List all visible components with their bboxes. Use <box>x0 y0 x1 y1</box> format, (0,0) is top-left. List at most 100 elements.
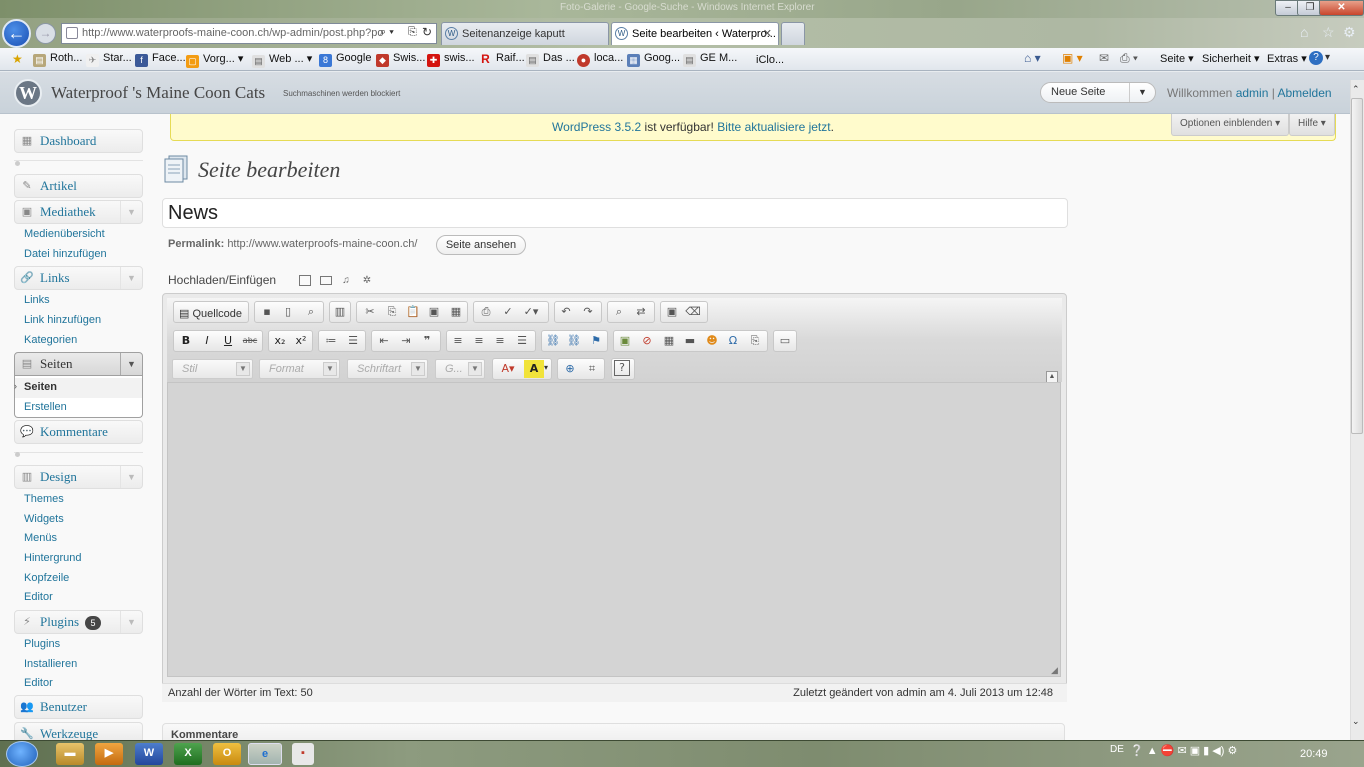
chevron-down-icon[interactable]: ▼ <box>120 466 142 488</box>
smiley-icon[interactable]: ☻ <box>703 332 721 350</box>
about-help-icon[interactable]: ? <box>614 360 630 376</box>
justify-icon[interactable]: ☰ <box>513 332 531 350</box>
underline-button[interactable]: U <box>219 332 237 350</box>
paste-text-icon[interactable]: ▣ <box>425 303 443 321</box>
excel-icon[interactable]: X <box>174 743 202 765</box>
submenu-add-link[interactable]: Link hinzufügen <box>24 314 101 326</box>
app-icon[interactable]: ▪ <box>292 743 314 765</box>
flash-icon[interactable]: ⊘ <box>638 332 656 350</box>
submenu-add-file[interactable]: Datei hinzufügen <box>24 248 107 260</box>
spellcheck-as-you-type-icon[interactable]: ✓▾ <box>522 303 540 321</box>
submenu-themes[interactable]: Themes <box>24 493 64 505</box>
view-page-button[interactable]: Seite ansehen <box>436 235 526 255</box>
scroll-down-icon[interactable]: ⌄ <box>1352 716 1360 727</box>
favorite-item[interactable]: 8 Google <box>319 52 371 67</box>
anchor-icon[interactable]: ⚑ <box>587 332 605 350</box>
chevron-down-icon[interactable]: ▼ <box>1129 83 1155 102</box>
save-icon[interactable]: ▪ <box>258 303 276 321</box>
version-link[interactable]: WordPress 3.5.2 <box>552 120 641 134</box>
strikethrough-button[interactable]: abc <box>241 332 259 350</box>
fullscreen-icon[interactable]: ⊕ <box>561 360 579 378</box>
word-icon[interactable]: W <box>135 743 163 765</box>
forward-button[interactable]: → <box>35 23 56 44</box>
tools-menu[interactable]: Extras ▾ <box>1267 52 1307 65</box>
chevron-down-icon[interactable]: ▼ <box>120 267 142 289</box>
home-icon[interactable]: ⌂ <box>1300 24 1308 40</box>
site-name[interactable]: Waterproof 's Maine Coon Cats <box>51 83 265 103</box>
add-video-icon[interactable] <box>320 276 332 285</box>
system-clock[interactable]: 20:49 <box>1300 748 1328 760</box>
horizontal-rule-icon[interactable]: ▬ <box>681 332 699 350</box>
user-link[interactable]: admin <box>1236 86 1269 100</box>
start-button[interactable] <box>6 741 38 767</box>
chevron-down-icon[interactable]: ▼ <box>120 611 142 633</box>
close-window-button[interactable]: ✕ <box>1319 0 1364 16</box>
size-select[interactable]: G... ▼ <box>435 359 485 379</box>
cut-icon[interactable]: ✂ <box>361 303 379 321</box>
format-select[interactable]: Format ▼ <box>259 359 340 379</box>
submenu-menus[interactable]: Menüs <box>24 532 57 544</box>
special-char-icon[interactable]: Ω <box>724 332 742 350</box>
superscript-button[interactable]: x² <box>292 332 310 350</box>
screen-options-button[interactable]: Optionen einblenden ▾ <box>1171 114 1290 136</box>
align-center-icon[interactable]: ≡ <box>470 332 488 350</box>
remove-format-icon[interactable]: ⌫ <box>684 303 702 321</box>
outlook-icon[interactable]: O <box>213 743 241 765</box>
safety-menu[interactable]: Sicherheit ▾ <box>1202 52 1260 65</box>
permalink-url[interactable]: http://www.waterproofs-maine-coon.ch/ <box>227 238 417 250</box>
submenu-links[interactable]: Links <box>24 294 50 306</box>
align-right-icon[interactable]: ≡ <box>491 332 509 350</box>
style-select[interactable]: Stil ▼ <box>172 359 253 379</box>
refresh-icon[interactable]: ↻ <box>422 25 432 39</box>
source-code-button[interactable]: ▤ Quellcode <box>179 307 242 320</box>
submenu-design-editor[interactable]: Editor <box>24 591 53 603</box>
menu-design[interactable]: ▥ Design ▼ <box>14 465 143 489</box>
bold-button[interactable]: B <box>177 332 195 350</box>
menu-dashboard[interactable]: ▦ Dashboard <box>14 129 143 153</box>
feeds-icon[interactable]: ▣ ▾ <box>1062 51 1083 65</box>
submenu-install[interactable]: Installieren <box>24 658 77 670</box>
chevron-down-icon[interactable]: ▼ <box>120 201 142 223</box>
home-cmd-icon[interactable]: ⌂ ▾ <box>1024 51 1041 65</box>
tray-icons[interactable]: ❔ ▲ ⛔ ✉ ▣ ▮ ◀) ⚙ <box>1130 744 1237 757</box>
background-color-icon[interactable]: A <box>524 360 544 378</box>
add-image-icon[interactable] <box>299 275 311 286</box>
favorite-item[interactable]: ▤ Roth... <box>33 52 82 67</box>
favorite-item[interactable]: ▢ Vorg... ▾ <box>186 52 243 68</box>
iframe-icon[interactable]: ▭ <box>776 332 794 350</box>
tools-gear-icon[interactable]: ⚙ <box>1343 24 1356 41</box>
favorite-item[interactable]: ▤ Web ... ▾ <box>252 52 312 68</box>
copy-icon[interactable]: ⎘ <box>383 303 401 321</box>
menu-users[interactable]: 👥 Benutzer <box>14 695 143 719</box>
show-blocks-icon[interactable]: ⌗ <box>583 360 601 378</box>
menu-pages[interactable]: ▤ Seiten ▼ <box>14 352 143 376</box>
numbered-list-icon[interactable]: ≔ <box>322 332 340 350</box>
help-tab-button[interactable]: Hilfe ▾ <box>1289 114 1335 136</box>
submenu-header[interactable]: Kopfzeile <box>24 572 69 584</box>
favorite-item[interactable]: ● loca... <box>577 52 623 67</box>
indent-icon[interactable]: ⇥ <box>397 332 415 350</box>
favorite-item[interactable]: R Raif... <box>479 52 525 66</box>
submenu-widgets[interactable]: Widgets <box>24 513 64 525</box>
outdent-icon[interactable]: ⇤ <box>375 332 393 350</box>
new-document-icon[interactable]: ▯ <box>279 303 297 321</box>
image-icon[interactable]: ▣ <box>616 332 634 350</box>
back-button[interactable]: ← <box>2 19 31 48</box>
favorite-item[interactable]: iClo... <box>739 52 784 66</box>
bullet-list-icon[interactable]: ☰ <box>344 332 362 350</box>
post-title-input[interactable]: News <box>162 198 1068 228</box>
menu-media[interactable]: ▣ Mediathek ▼ <box>14 200 143 224</box>
page-break-icon[interactable]: ⎘ <box>746 332 764 350</box>
scrollbar-thumb[interactable] <box>1351 98 1363 434</box>
favorite-item[interactable]: f Face... <box>135 52 186 67</box>
tab-seitenanzeige[interactable]: W Seitenanzeige kaputt <box>441 22 609 45</box>
media-player-icon[interactable]: ▶ <box>95 743 123 765</box>
favorite-item[interactable]: ✈ Star... <box>86 52 132 67</box>
paste-icon[interactable]: 📋 <box>404 303 422 321</box>
menu-plugins[interactable]: ⚡ Plugins ▼ <box>14 610 143 634</box>
submenu-plugin-editor[interactable]: Editor <box>24 677 53 689</box>
italic-button[interactable]: I <box>198 332 216 350</box>
favorite-item[interactable]: ▤ Das ... <box>526 52 575 67</box>
favorites-add-icon[interactable]: ★ <box>12 52 23 66</box>
search-dropdown-icon[interactable]: ⌕ ▾ <box>380 26 394 39</box>
